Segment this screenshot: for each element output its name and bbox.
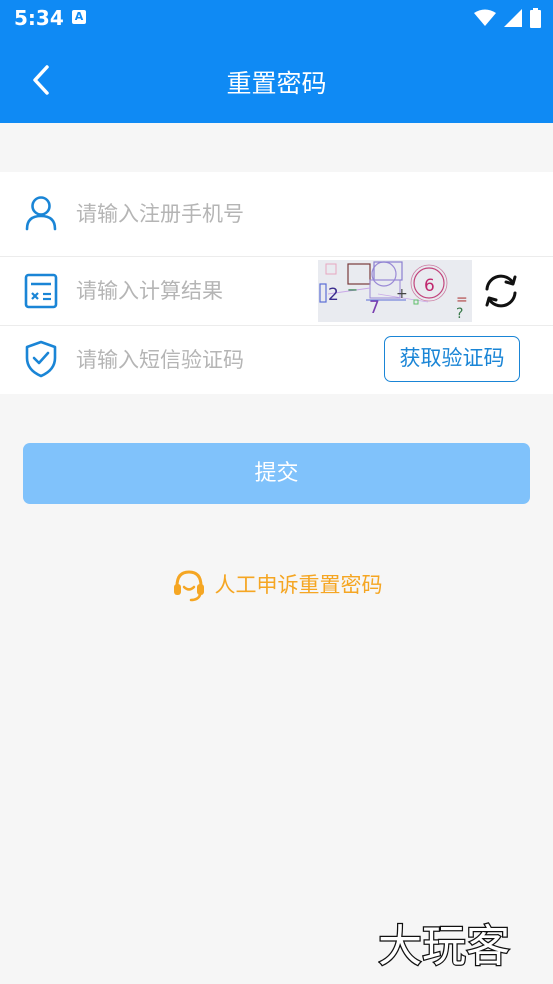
refresh-captcha-button[interactable] (482, 272, 520, 310)
appeal-label: 人工申诉重置密码 (214, 573, 383, 597)
manual-appeal-link[interactable]: 人工申诉重置密码 (0, 564, 553, 604)
watermark-logo: 大玩客 (378, 920, 511, 973)
page-title: 重置密码 (226, 69, 327, 98)
calculator-icon (24, 273, 58, 309)
captcha-glyph: + (396, 286, 408, 302)
battery-icon (530, 8, 541, 28)
status-bar: 5:34 A (0, 0, 553, 37)
captcha-glyph: 2 (328, 285, 339, 305)
phone-input[interactable] (76, 197, 306, 231)
notification-icon: A (72, 10, 86, 24)
app-bar: 重置密码 (0, 37, 553, 123)
captcha-glyph: ? (456, 306, 463, 322)
wifi-icon (474, 9, 496, 26)
captcha-glyph: 7 (369, 298, 380, 318)
sms-row: 获取验证码 (0, 326, 553, 394)
submit-button[interactable]: 提交 (23, 443, 530, 504)
captcha-image[interactable]: 2 − 7 + 6 = ? (318, 260, 472, 322)
calc-result-input[interactable] (76, 274, 306, 308)
watermark-text: 大玩客 (378, 921, 510, 972)
get-code-button[interactable]: 获取验证码 (384, 336, 520, 382)
shield-check-icon (25, 340, 57, 378)
signal-icon (504, 9, 522, 27)
captcha-glyph: − (347, 283, 358, 298)
status-icons (474, 8, 541, 28)
status-time: 5:34 (14, 6, 64, 30)
calc-row: 2 − 7 + 6 = ? (0, 257, 553, 326)
reset-password-form: 2 − 7 + 6 = ? 获取验证码 (0, 172, 553, 394)
refresh-icon (485, 274, 517, 308)
sms-code-input[interactable] (76, 343, 306, 377)
phone-row (0, 172, 553, 257)
headset-icon (173, 570, 204, 602)
captcha-glyph: 6 (424, 276, 435, 296)
user-icon (25, 196, 57, 231)
